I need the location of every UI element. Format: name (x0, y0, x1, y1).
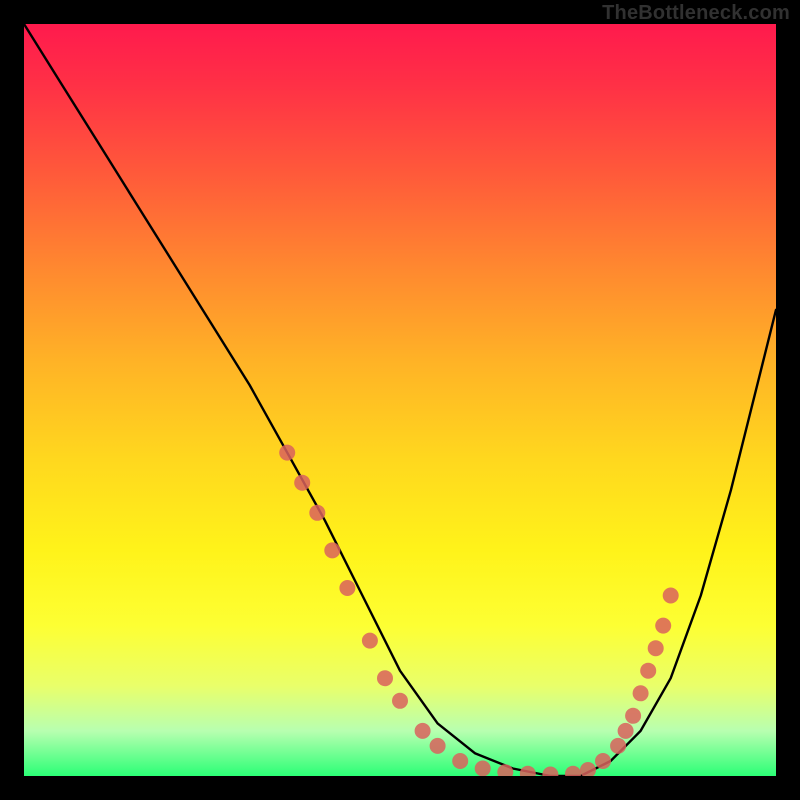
marker-group (279, 445, 679, 776)
data-marker (415, 723, 431, 739)
data-marker (279, 445, 295, 461)
data-marker (580, 762, 596, 776)
data-marker (392, 693, 408, 709)
bottleneck-curve (24, 24, 776, 776)
data-marker (565, 766, 581, 776)
data-marker (475, 761, 491, 777)
data-marker (294, 475, 310, 491)
chart-svg (24, 24, 776, 776)
data-marker (324, 542, 340, 558)
chart-area (24, 24, 776, 776)
data-marker (309, 505, 325, 521)
data-marker (595, 753, 611, 769)
data-marker (497, 764, 513, 776)
data-marker (618, 723, 634, 739)
data-marker (640, 663, 656, 679)
data-marker (362, 633, 378, 649)
data-marker (377, 670, 393, 686)
data-marker (648, 640, 664, 656)
data-marker (452, 753, 468, 769)
data-marker (610, 738, 626, 754)
data-marker (542, 767, 558, 777)
data-marker (339, 580, 355, 596)
data-marker (655, 618, 671, 634)
watermark-text: TheBottleneck.com (602, 2, 790, 25)
data-marker (663, 588, 679, 604)
data-marker (625, 708, 641, 724)
data-marker (430, 738, 446, 754)
data-marker (520, 766, 536, 776)
data-marker (633, 685, 649, 701)
